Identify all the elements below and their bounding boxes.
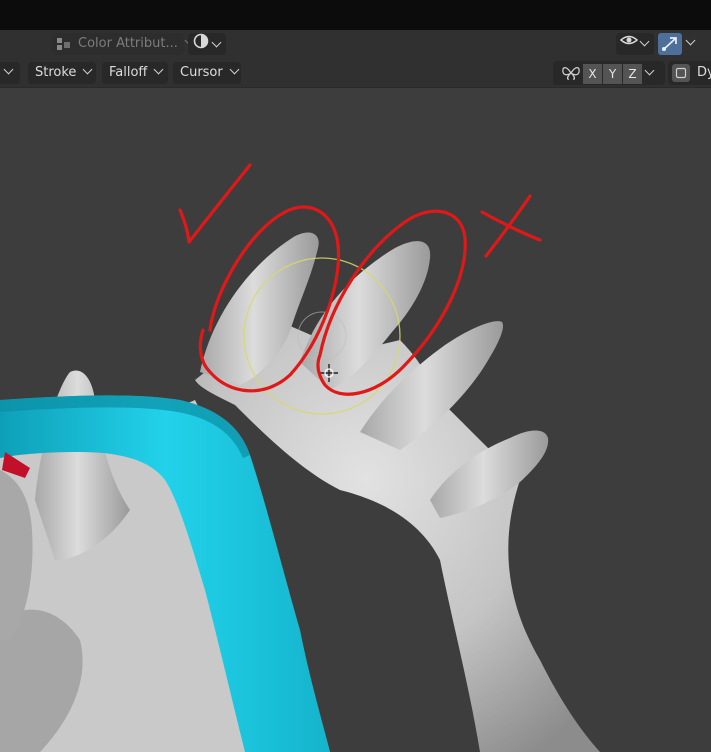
3d-viewport[interactable] [0, 88, 711, 752]
butterfly-icon [561, 65, 581, 85]
color-attribute-label: Color Attribut... [78, 36, 178, 51]
color-attribute-icon [56, 37, 72, 59]
symmetry-y-button[interactable]: Y [603, 64, 622, 84]
dyntopo-checkbox[interactable] [672, 64, 690, 82]
symmetry-x-button[interactable]: X [583, 64, 602, 84]
gizmo-toggle-button[interactable] [658, 33, 682, 55]
gizmo-icon [658, 37, 682, 59]
cursor-dropdown[interactable]: Cursor [173, 62, 241, 84]
sculpt-scene [0, 163, 600, 752]
cursor-label: Cursor [180, 65, 223, 80]
symmetry-options-dropdown[interactable] [643, 64, 663, 84]
viewport-header: Color Attribut... [0, 30, 711, 58]
color-attribute-dropdown[interactable]: Color Attribut... [52, 33, 195, 55]
gizmo-dropdown[interactable] [682, 33, 706, 55]
shading-sphere-icon [193, 33, 209, 57]
falloff-dropdown[interactable]: Falloff [102, 62, 168, 84]
tool-settings-bar: Stroke Falloff Cursor X Y Z Dy [0, 58, 711, 88]
symmetry-z-button[interactable]: Z [623, 64, 642, 84]
window-title-bar [0, 0, 711, 30]
stroke-label: Stroke [35, 65, 77, 80]
falloff-label: Falloff [109, 65, 148, 80]
visibility-eye-icon [619, 33, 639, 55]
visibility-dropdown[interactable] [616, 33, 654, 55]
previous-dropdown[interactable] [0, 62, 20, 84]
dyntopo-label: Dy [697, 65, 711, 80]
shading-dropdown[interactable] [188, 33, 226, 55]
checkmark-annotation [178, 163, 252, 244]
stroke-dropdown[interactable]: Stroke [28, 62, 96, 84]
cross-annotation [480, 194, 542, 258]
